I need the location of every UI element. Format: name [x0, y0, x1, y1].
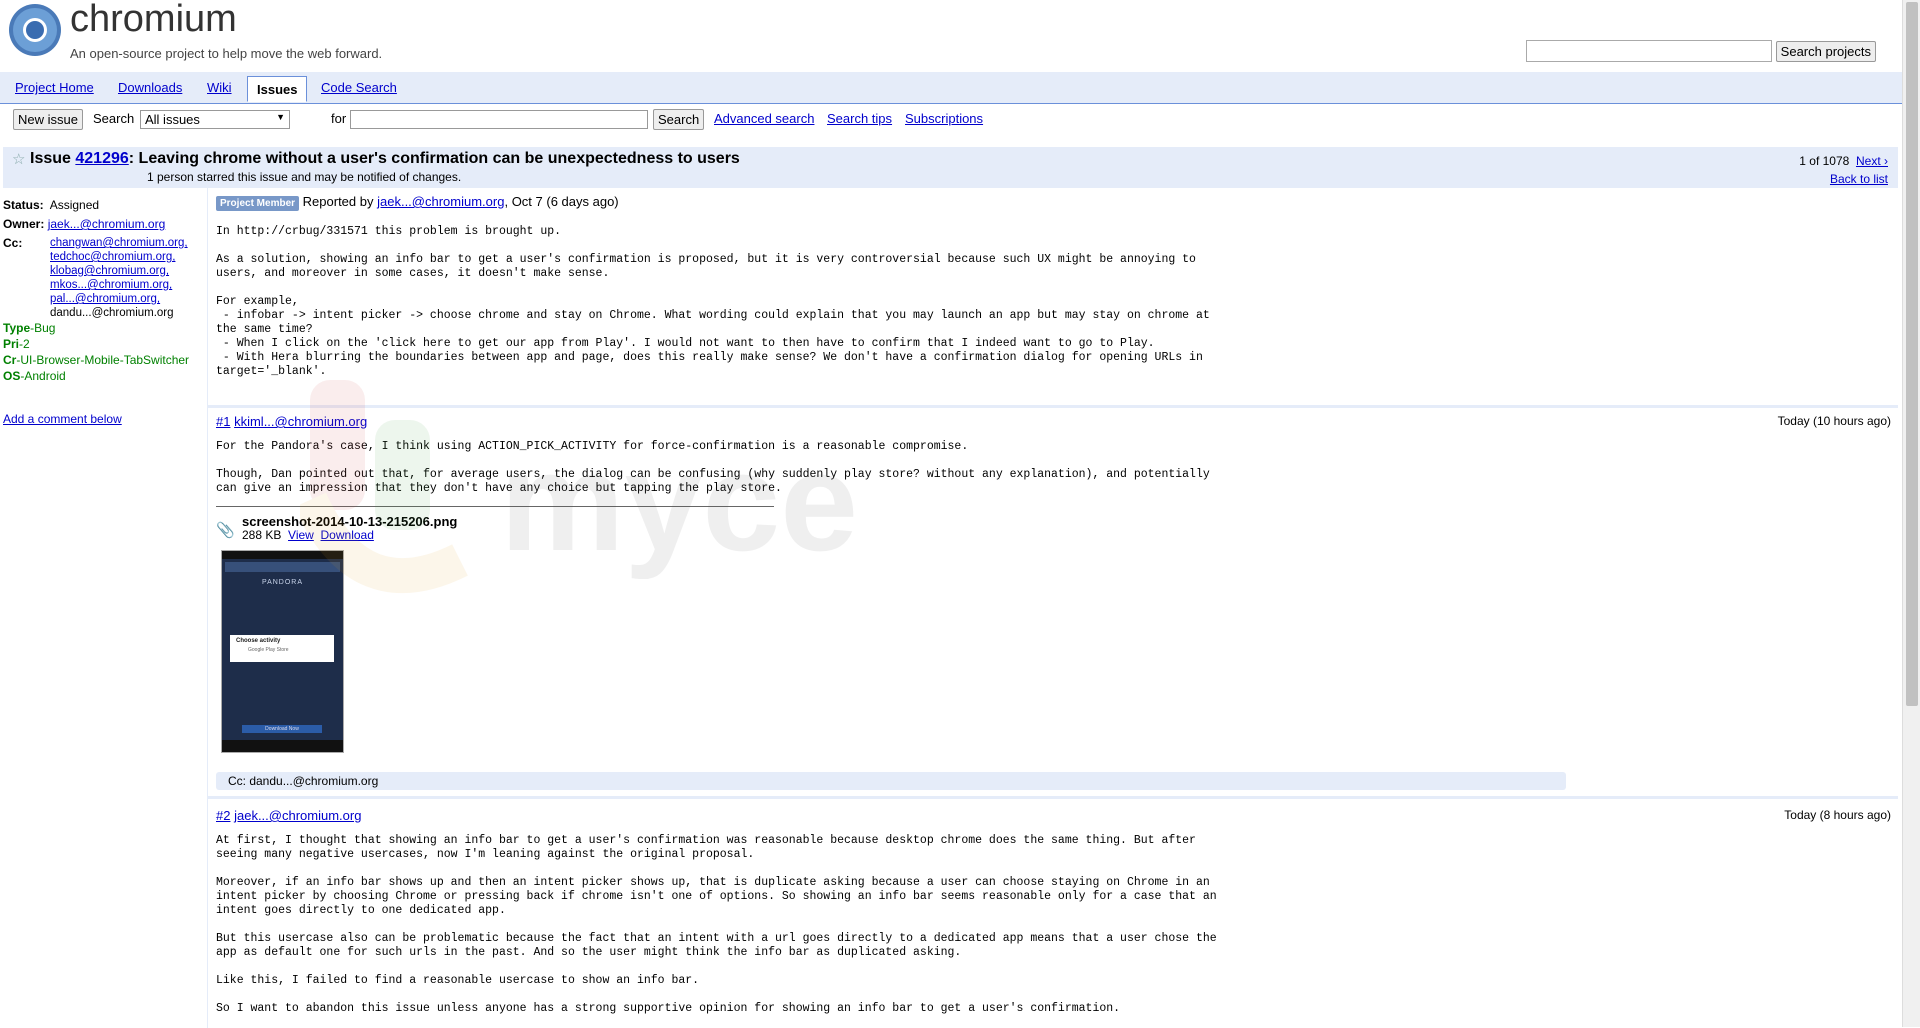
search-scope-select[interactable]: All issues ▼ [140, 110, 290, 129]
label-os: OS-Android [3, 368, 203, 384]
comment-author-link[interactable]: jaek...@chromium.org [234, 808, 361, 823]
star-count-text: 1 person starred this issue and may be n… [147, 170, 462, 184]
thumb-dialog-title: Choose activity [236, 638, 281, 644]
attachment-download-link[interactable]: Download [321, 528, 374, 542]
status-label: Status: [3, 198, 44, 212]
paperclip-icon: 📎 [216, 522, 235, 539]
site-header: chromium An open-source project to help … [0, 0, 1905, 70]
search-scope-value: All issues [145, 112, 200, 127]
cc-link[interactable]: changwan@chromium.org, [50, 237, 188, 249]
comment-1-header: #1 kkiml...@chromium.org Today (10 hours… [216, 414, 1891, 429]
search-tips-link[interactable]: Search tips [827, 111, 892, 126]
comment-divider [208, 405, 1898, 408]
reported-date: , Oct 7 (6 days ago) [504, 194, 619, 209]
tab-downloads[interactable]: Downloads [118, 80, 182, 95]
project-search: Search projects [1526, 40, 1876, 62]
owner-label: Owner: [3, 217, 45, 231]
chromium-logo[interactable] [8, 3, 62, 57]
comment-number-link[interactable]: #2 [216, 808, 230, 823]
back-to-list-link[interactable]: Back to list [1830, 172, 1888, 186]
comment-timestamp: Today (10 hours ago) [1777, 414, 1891, 428]
label-value: -Bug [30, 321, 56, 335]
thumb-app-title: PANDORA [261, 579, 304, 586]
cc-link[interactable]: pal...@chromium.org, [50, 293, 160, 305]
cc-change-text: Cc: dandu...@chromium.org [228, 774, 379, 788]
cc-link[interactable]: mkos...@chromium.org, [50, 279, 172, 291]
site-tagline: An open-source project to help move the … [70, 46, 383, 61]
dropdown-arrow-icon: ▼ [276, 112, 285, 122]
thumb-button: Download Now [242, 725, 322, 733]
thumb-dialog: Choose activity Google Play Store [230, 635, 334, 662]
search-label: Search [93, 111, 135, 126]
subscriptions-link[interactable]: Subscriptions [905, 111, 983, 126]
tab-issues[interactable]: Issues [247, 76, 308, 102]
thumb-dialog-item: Google Play Store [248, 647, 289, 653]
comment-number-link[interactable]: #1 [216, 414, 230, 429]
cc-link[interactable]: tedchoc@chromium.org, [50, 251, 175, 263]
label-value: -2 [19, 337, 30, 351]
thumb-url-bar [225, 562, 340, 572]
new-issue-button[interactable]: New issue [13, 109, 83, 130]
tab-wiki[interactable]: Wiki [207, 80, 232, 95]
issue-prefix: Issue [30, 150, 71, 167]
label-value: -Android [20, 369, 66, 383]
issue-pager: 1 of 1078 Next › Back to list [1799, 152, 1888, 188]
project-search-input[interactable] [1526, 40, 1773, 62]
thumb-nav-bar [222, 740, 343, 752]
label-key[interactable]: Type [3, 321, 30, 335]
attachment-filename: screenshot-2014-10-13-215206.png [242, 514, 458, 529]
issue-summary: : Leaving chrome without a user's confir… [128, 150, 740, 167]
label-value: -UI-Browser-Mobile-TabSwitcher [16, 353, 190, 367]
issue-header: ☆ Issue 421296: Leaving chrome without a… [3, 147, 1898, 188]
add-comment-link[interactable]: Add a comment below [3, 412, 122, 426]
scrollbar-thumb[interactable] [1906, 2, 1918, 706]
thumb-status-bar [222, 551, 343, 559]
description-body: In http://crbug/331571 this problem is b… [216, 225, 1210, 378]
comment-2-body: At first, I thought that showing an info… [216, 834, 1217, 1015]
label-cr: Cr-UI-Browser-Mobile-TabSwitcher [3, 352, 203, 368]
label-key[interactable]: Pri [3, 337, 19, 351]
issue-id-link[interactable]: 421296 [75, 150, 128, 167]
site-name[interactable]: chromium [70, 0, 237, 41]
comment-divider [208, 796, 1898, 799]
attachment-thumbnail[interactable]: PANDORA Choose activity Google Play Stor… [221, 550, 344, 753]
attachment-size: 288 KB [242, 528, 282, 542]
next-issue-link[interactable]: Next › [1856, 154, 1888, 168]
project-member-badge: Project Member [216, 196, 300, 211]
pager-position: 1 of 1078 [1799, 154, 1850, 168]
search-projects-button[interactable]: Search projects [1775, 40, 1876, 62]
issue-title: Issue 421296: Leaving chrome without a u… [30, 150, 740, 168]
attachment-view-link[interactable]: View [288, 528, 314, 542]
label-key[interactable]: OS [3, 369, 20, 383]
for-label: for [331, 111, 347, 126]
comment-author-link[interactable]: kkiml...@chromium.org [234, 414, 367, 429]
issue-metadata: Status: Assigned Owner: jaek...@chromium… [3, 198, 203, 426]
cc-link[interactable]: klobag@chromium.org, [50, 265, 169, 277]
comment-2-header: #2 jaek...@chromium.org Today (8 hours a… [216, 808, 1891, 823]
label-type: Type-Bug [3, 320, 203, 336]
tab-code-search[interactable]: Code Search [321, 80, 397, 95]
advanced-search-link[interactable]: Advanced search [714, 111, 814, 126]
tab-project-home[interactable]: Project Home [15, 80, 94, 95]
cc-text: dandu...@chromium.org [50, 307, 174, 319]
issue-search-bar: New issue Search All issues ▼ for Search… [0, 104, 1905, 134]
reported-by-label: Reported by [302, 194, 374, 209]
issue-content: Project Member Reported by jaek...@chrom… [207, 188, 1898, 1028]
status-value: Assigned [49, 198, 100, 212]
comment-1-body: For the Pandora's case, I think using AC… [216, 440, 1210, 495]
issue-description: Project Member Reported by jaek...@chrom… [216, 194, 1891, 211]
label-key[interactable]: Cr [3, 353, 16, 367]
issue-query-input[interactable] [350, 110, 648, 129]
star-icon[interactable]: ☆ [12, 150, 25, 168]
main-tabs: Project Home Downloads Wiki Issues Code … [0, 72, 1905, 104]
label-pri: Pri-2 [3, 336, 203, 352]
search-button[interactable]: Search [653, 109, 705, 130]
owner-link[interactable]: jaek...@chromium.org [48, 217, 166, 231]
cc-label: Cc: [3, 236, 23, 250]
comment-timestamp: Today (8 hours ago) [1784, 808, 1891, 822]
attachment-rule [216, 506, 774, 507]
reporter-link[interactable]: jaek...@chromium.org [377, 194, 504, 209]
cc-change-box: Cc: dandu...@chromium.org [216, 772, 1566, 790]
page-scrollbar[interactable] [1902, 0, 1920, 1027]
